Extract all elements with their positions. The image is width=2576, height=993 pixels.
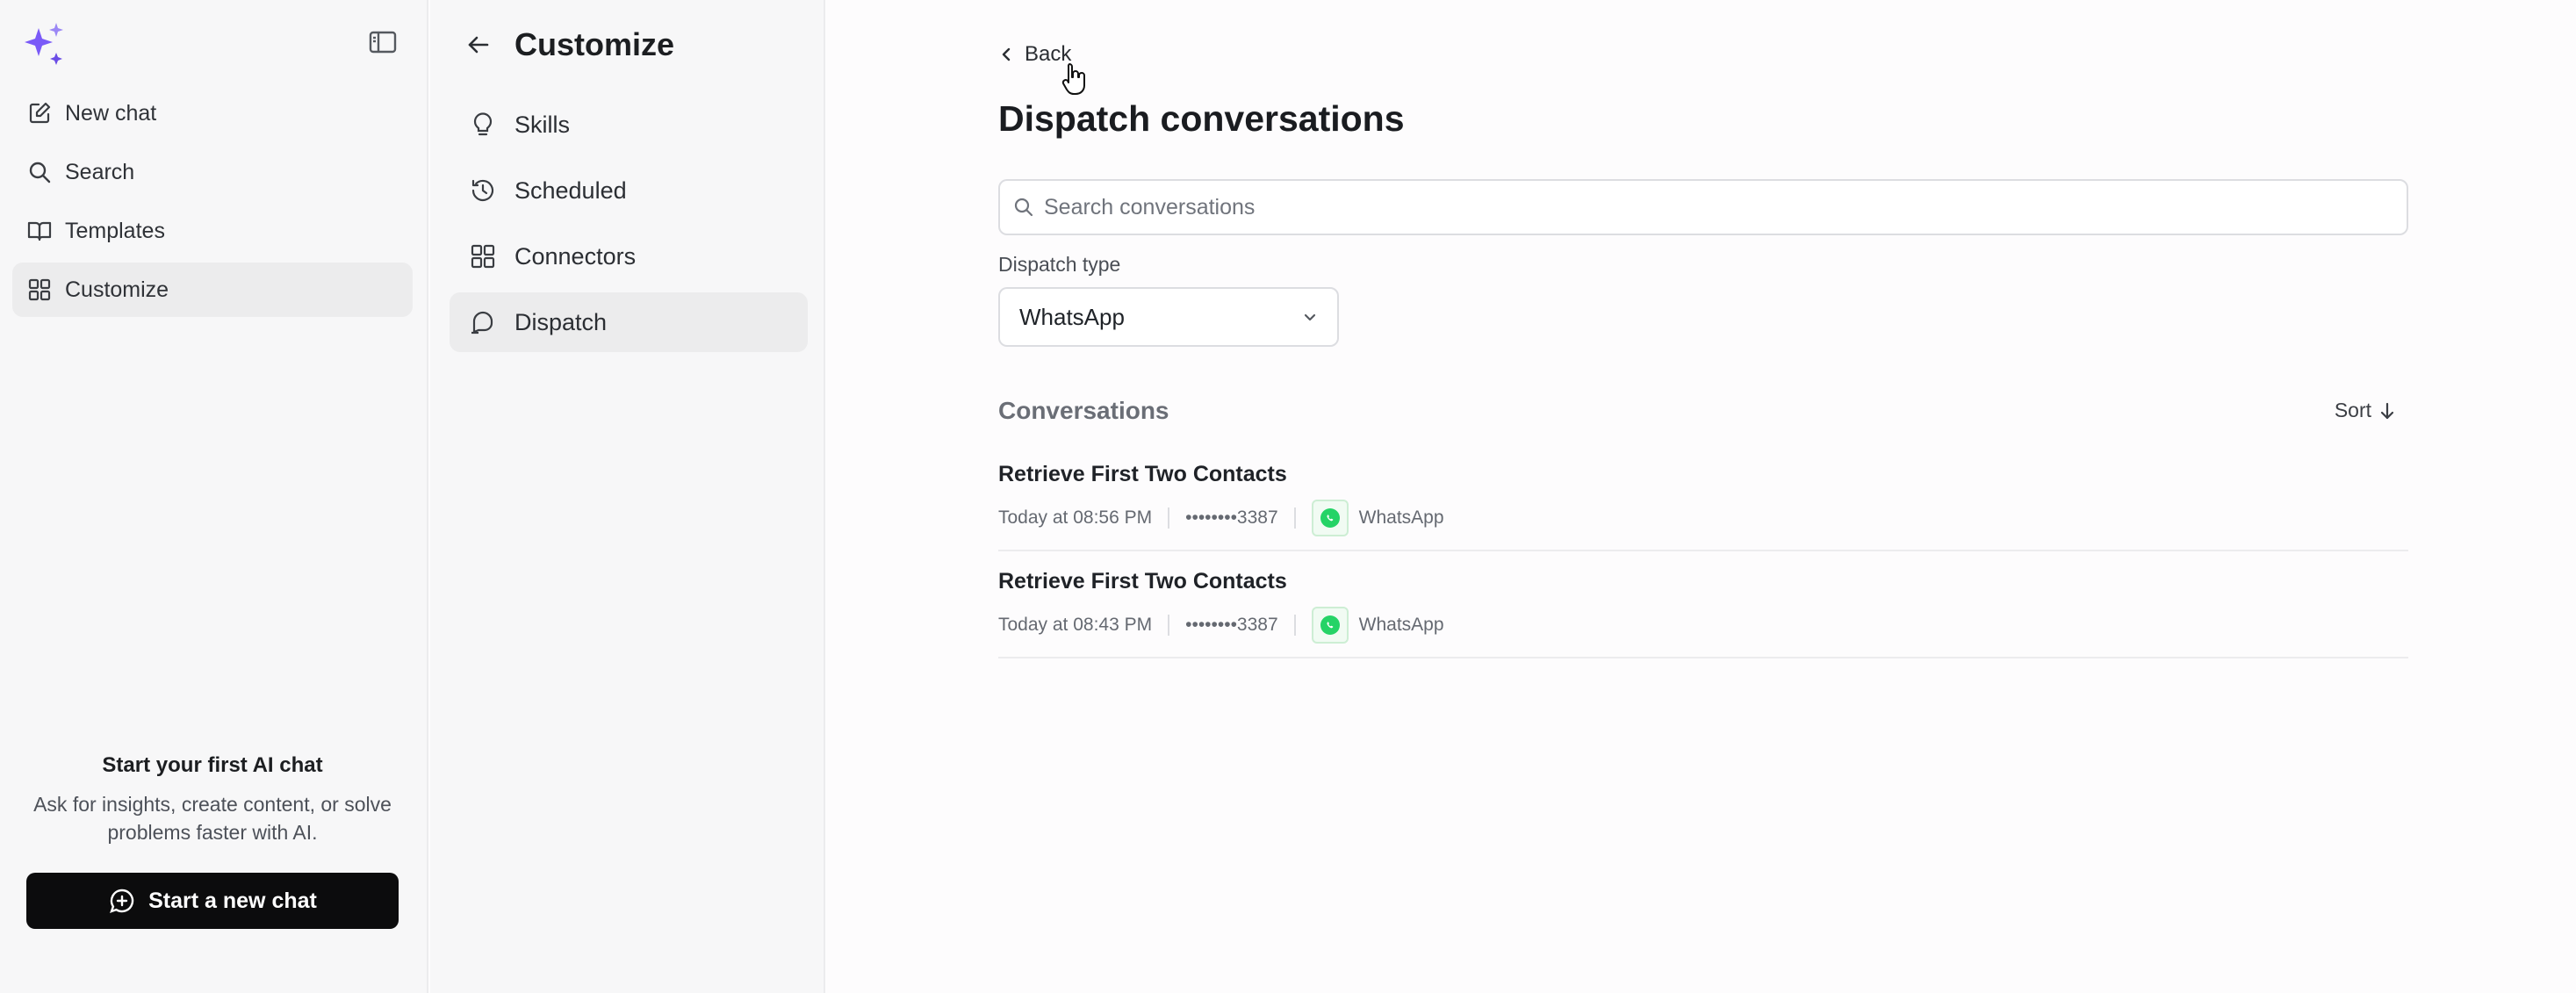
grid-icon: [28, 278, 51, 301]
search-conversations-input[interactable]: [1044, 194, 2361, 220]
conversation-title: Retrieve First Two Contacts: [998, 462, 1287, 486]
book-icon: [27, 221, 52, 241]
customize-panel: Customize Skills Scheduled Connectors Di…: [430, 0, 825, 993]
promo-text: Ask for insights, create content, or sol…: [33, 793, 392, 844]
search-field[interactable]: [998, 179, 2408, 235]
cta-label: Start a new chat: [148, 888, 317, 913]
sidebar-item-new-chat[interactable]: New chat: [12, 86, 413, 140]
conversation-channel: WhatsApp: [1358, 615, 1444, 635]
panel-header: Customize: [465, 26, 674, 63]
sidebar-item-customize[interactable]: Customize: [12, 263, 413, 317]
customize-nav: Skills Scheduled Connectors Dispatch: [450, 95, 808, 358]
conversation-phone: ••••••••3387: [1185, 615, 1278, 635]
grid-icon: [471, 244, 495, 269]
conversation-row[interactable]: Retrieve First Two Contacts Today at 08:…: [998, 551, 2408, 658]
panel-title: Customize: [514, 26, 675, 62]
customize-item-skills[interactable]: Skills: [450, 95, 808, 155]
start-new-chat-button[interactable]: Start a new chat: [26, 873, 399, 929]
search-icon: [1014, 198, 1033, 217]
conversation-channel: WhatsApp: [1358, 507, 1444, 528]
clock-history-icon: [471, 179, 494, 202]
arrow-down-icon: [2380, 402, 2394, 419]
conversation-row[interactable]: Retrieve First Two Contacts Today at 08:…: [998, 444, 2408, 551]
search-icon: [29, 162, 51, 183]
chevron-down-icon: [1304, 313, 1316, 321]
chat-bubble-icon: [471, 311, 493, 335]
divider: [1293, 615, 1296, 636]
sidebar-item-label: Templates: [65, 218, 165, 243]
sidebar-item-label: Customize: [65, 277, 169, 302]
customize-item-connectors[interactable]: Connectors: [450, 227, 808, 286]
dispatch-type-value: WhatsApp: [1019, 303, 1125, 330]
customize-item-dispatch[interactable]: Dispatch: [450, 292, 808, 352]
conversation-time: Today at 08:56 PM: [998, 507, 1153, 528]
conversation-meta: Today at 08:43 PM ••••••••3387 WhatsApp: [998, 607, 2408, 644]
conversation-title: Retrieve First Two Contacts: [998, 569, 1287, 594]
chevron-left-icon: [1002, 47, 1011, 61]
whatsapp-icon: [1311, 500, 1349, 536]
conversation-list: Retrieve First Two Contacts Today at 08:…: [998, 444, 2408, 658]
dispatch-type-select[interactable]: WhatsApp: [998, 287, 1339, 347]
page-title: Dispatch conversations: [998, 98, 1405, 139]
conversation-meta: Today at 08:56 PM ••••••••3387 WhatsApp: [998, 500, 2408, 536]
sidebar-item-templates[interactable]: Templates: [12, 204, 413, 258]
conversations-heading: Conversations: [998, 397, 1169, 424]
lightbulb-icon: [473, 112, 493, 136]
conversation-phone: ••••••••3387: [1185, 507, 1278, 528]
chat-plus-icon: [110, 889, 134, 913]
customize-item-label: Dispatch: [514, 308, 608, 335]
customize-item-label: Connectors: [514, 242, 637, 270]
divider: [1168, 507, 1170, 529]
divider: [1293, 507, 1296, 529]
sidebar-item-label: New chat: [65, 100, 157, 126]
sidebar-nav: New chat Search Templates Customize: [12, 86, 413, 321]
whatsapp-icon: [1311, 607, 1349, 644]
sidebar: New chat Search Templates Customize Star…: [0, 0, 428, 993]
sidebar-item-label: Search: [65, 159, 135, 184]
sidebar-toggle-icon[interactable]: [367, 28, 399, 56]
sort-button[interactable]: Sort: [2335, 399, 2396, 422]
promo-title: Start your first AI chat: [102, 753, 323, 777]
main-content: Back Dispatch conversations Dispatch typ…: [998, 0, 2408, 993]
customize-item-label: Skills: [514, 111, 571, 138]
empty-state-promo: Start your first AI chat Ask for insight…: [26, 753, 399, 846]
customize-item-scheduled[interactable]: Scheduled: [450, 161, 808, 220]
customize-item-label: Scheduled: [514, 176, 627, 204]
sidebar-item-search[interactable]: Search: [12, 145, 413, 199]
hand-pointer-cursor-icon: [1061, 63, 1085, 95]
sort-label: Sort: [2334, 399, 2371, 421]
conversation-time: Today at 08:43 PM: [998, 615, 1153, 635]
divider: [1168, 615, 1170, 636]
back-link[interactable]: Back: [998, 42, 1071, 67]
dispatch-type-label: Dispatch type: [998, 253, 1121, 276]
sparkle-logo-icon[interactable]: [21, 18, 70, 67]
edit-icon: [29, 102, 51, 124]
arrow-left-icon[interactable]: [465, 32, 492, 58]
